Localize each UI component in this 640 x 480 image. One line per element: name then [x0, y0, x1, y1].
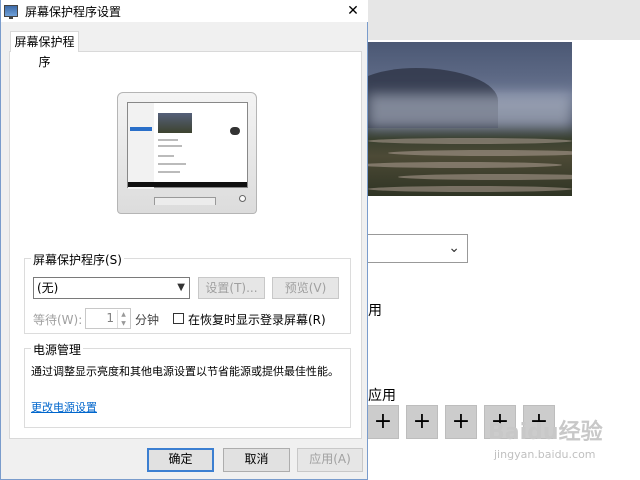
settings-button[interactable]: 设置(T)... — [198, 277, 265, 299]
screensaver-group: 屏幕保护程序(S) (无) ▼ 设置(T)... 预览(V) 等待(W): 1 … — [24, 251, 351, 334]
chevron-down-icon: ▼ — [177, 282, 185, 293]
resume-checkbox[interactable] — [173, 313, 184, 324]
close-button[interactable]: ✕ — [342, 1, 364, 21]
close-icon: ✕ — [347, 3, 359, 19]
preview-button[interactable]: 预览(V) — [272, 277, 339, 299]
resume-checkbox-label[interactable]: 在恢复时显示登录屏幕(R) — [188, 311, 326, 328]
wait-label: 等待(W): — [33, 313, 83, 327]
add-button[interactable]: + — [445, 405, 477, 439]
power-description: 通过调整显示亮度和其他电源设置以节省能源或提供最佳性能。 — [31, 365, 339, 378]
background-preview-image — [368, 42, 572, 196]
background-dropdown[interactable]: ⌄ — [368, 234, 468, 263]
monitor-icon — [4, 5, 18, 19]
dialog-title-bar[interactable]: 屏幕保护程序设置 ✕ — [1, 0, 368, 22]
dialog-title: 屏幕保护程序设置 — [25, 5, 122, 19]
wait-value: 1 — [106, 311, 114, 325]
monitor-screen — [127, 102, 248, 189]
watermark-logo: Baidu经验 — [488, 420, 603, 445]
chevron-down-icon: ⌄ — [448, 240, 460, 256]
power-group: 电源管理 通过调整显示亮度和其他电源设置以节省能源或提供最佳性能。 更改电源设置 — [24, 341, 351, 428]
background-apply-text-2: 应用 — [368, 388, 396, 404]
monitor-stand — [154, 197, 216, 205]
background-apply-text-1: 用 — [368, 303, 382, 319]
tab-panel: 屏幕保护程序(S) (无) ▼ 设置(T)... 预览(V) 等待(W): 1 … — [9, 51, 362, 439]
monitor-preview — [117, 92, 257, 214]
wait-unit: 分钟 — [135, 313, 160, 327]
apply-button[interactable]: 应用(A) — [297, 448, 363, 472]
cancel-button[interactable]: 取消 — [223, 448, 290, 472]
power-dot-icon — [239, 195, 246, 202]
spin-down-icon[interactable]: ▼ — [117, 319, 129, 328]
screensaver-group-label: 屏幕保护程序(S) — [31, 251, 124, 268]
ok-button[interactable]: 确定 — [147, 448, 214, 472]
tab-screensaver[interactable]: 屏幕保护程序 — [10, 31, 79, 69]
screensaver-select[interactable]: (无) ▼ — [33, 277, 190, 299]
add-button[interactable]: + — [406, 405, 438, 439]
watermark-url: jingyan.baidu.com — [494, 448, 596, 461]
add-button[interactable]: + — [367, 405, 399, 439]
screensaver-select-value: (无) — [37, 281, 59, 295]
screensaver-settings-dialog: 屏幕保护程序设置 ✕ 屏幕保护程序 屏幕保护程序(S) (无) ▼ 设置(T).… — [0, 0, 368, 480]
power-group-label: 电源管理 — [31, 341, 84, 358]
spin-up-icon[interactable]: ▲ — [117, 310, 129, 319]
change-power-settings-link[interactable]: 更改电源设置 — [31, 399, 97, 415]
wait-stepper[interactable]: 1 ▲ ▼ — [85, 308, 131, 329]
